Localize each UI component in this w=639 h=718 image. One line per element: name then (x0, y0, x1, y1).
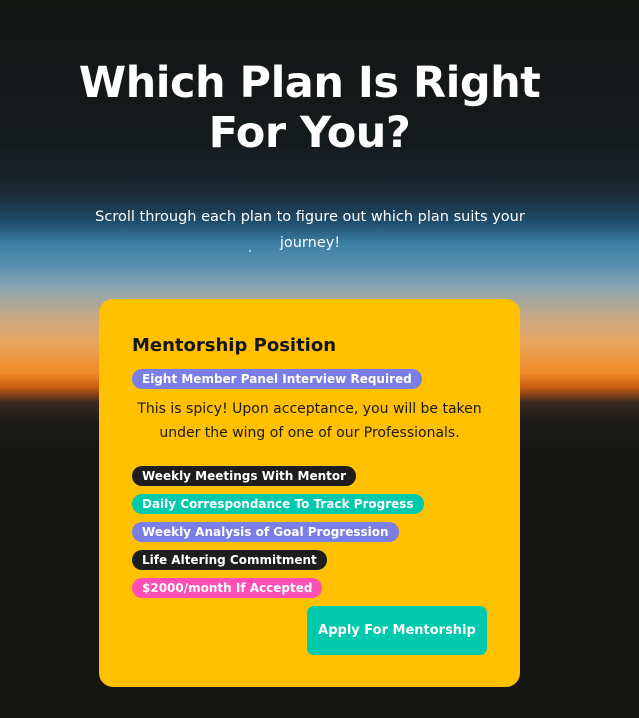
page-title-line-2: For You? (208, 108, 411, 158)
plan-card-mentorship: Mentorship Position Eight Member Panel I… (99, 299, 520, 687)
feature-badge-daily-correspondance: Daily Correspondance To Track Progress (132, 494, 424, 514)
page-title-line-1: Which Plan Is Right (78, 58, 541, 108)
apply-for-mentorship-button[interactable]: Apply For Mentorship (307, 606, 487, 655)
feature-badge-commitment: Life Altering Commitment (132, 550, 327, 570)
feature-badge-weekly-meetings: Weekly Meetings With Mentor (132, 466, 357, 486)
requirement-badge: Eight Member Panel Interview Required (132, 369, 422, 389)
plan-description: This is spicy! Upon acceptance, you will… (137, 401, 482, 441)
feature-badge-price: $2000/month If Accepted (132, 578, 323, 598)
page-title: Which Plan Is Right For You? (40, 58, 579, 158)
page-subtitle: Scroll through each plan to figure out w… (95, 209, 525, 251)
plan-title: Mentorship Position (132, 335, 337, 356)
feature-badge-goal-analysis: Weekly Analysis of Goal Progression (132, 522, 399, 542)
